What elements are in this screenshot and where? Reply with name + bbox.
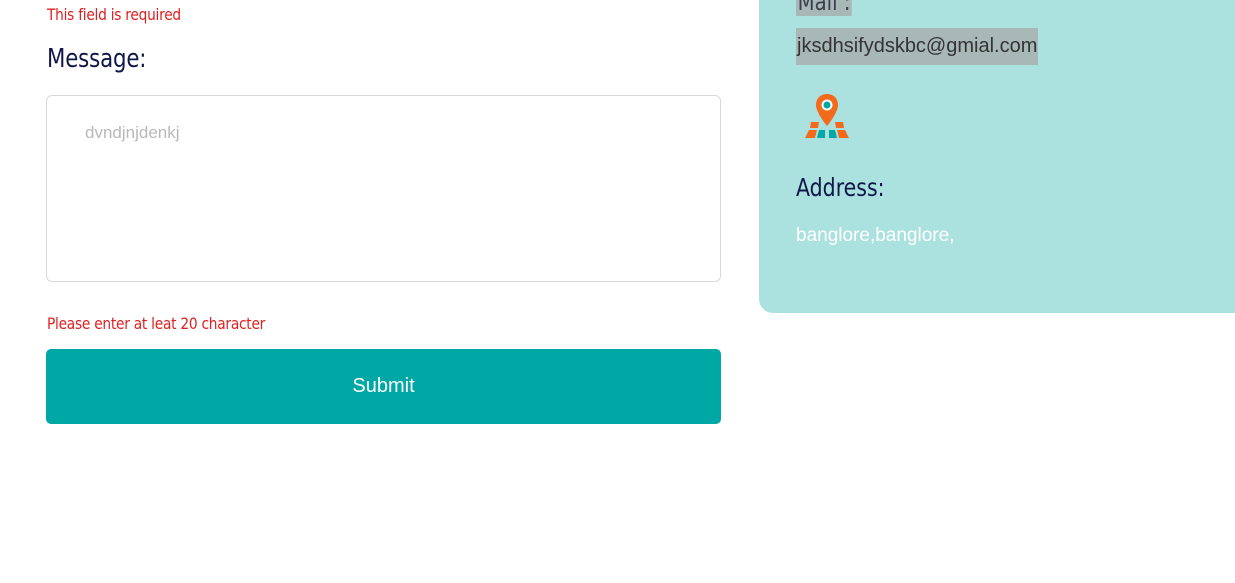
email-value: jksdhsifydskbc@gmial.com <box>796 28 1039 65</box>
map-pin-icon <box>805 94 849 138</box>
submit-button[interactable]: Submit <box>46 349 721 424</box>
mail-label: Mail : <box>796 0 853 16</box>
address-label: Address: <box>796 173 885 202</box>
message-label: Message: <box>47 44 147 74</box>
message-length-error-text: Please enter at leat 20 character <box>47 314 266 333</box>
message-textarea[interactable] <box>46 95 721 282</box>
address-value: banglore,banglore, <box>796 225 955 246</box>
required-error-text: This field is required <box>47 5 181 24</box>
